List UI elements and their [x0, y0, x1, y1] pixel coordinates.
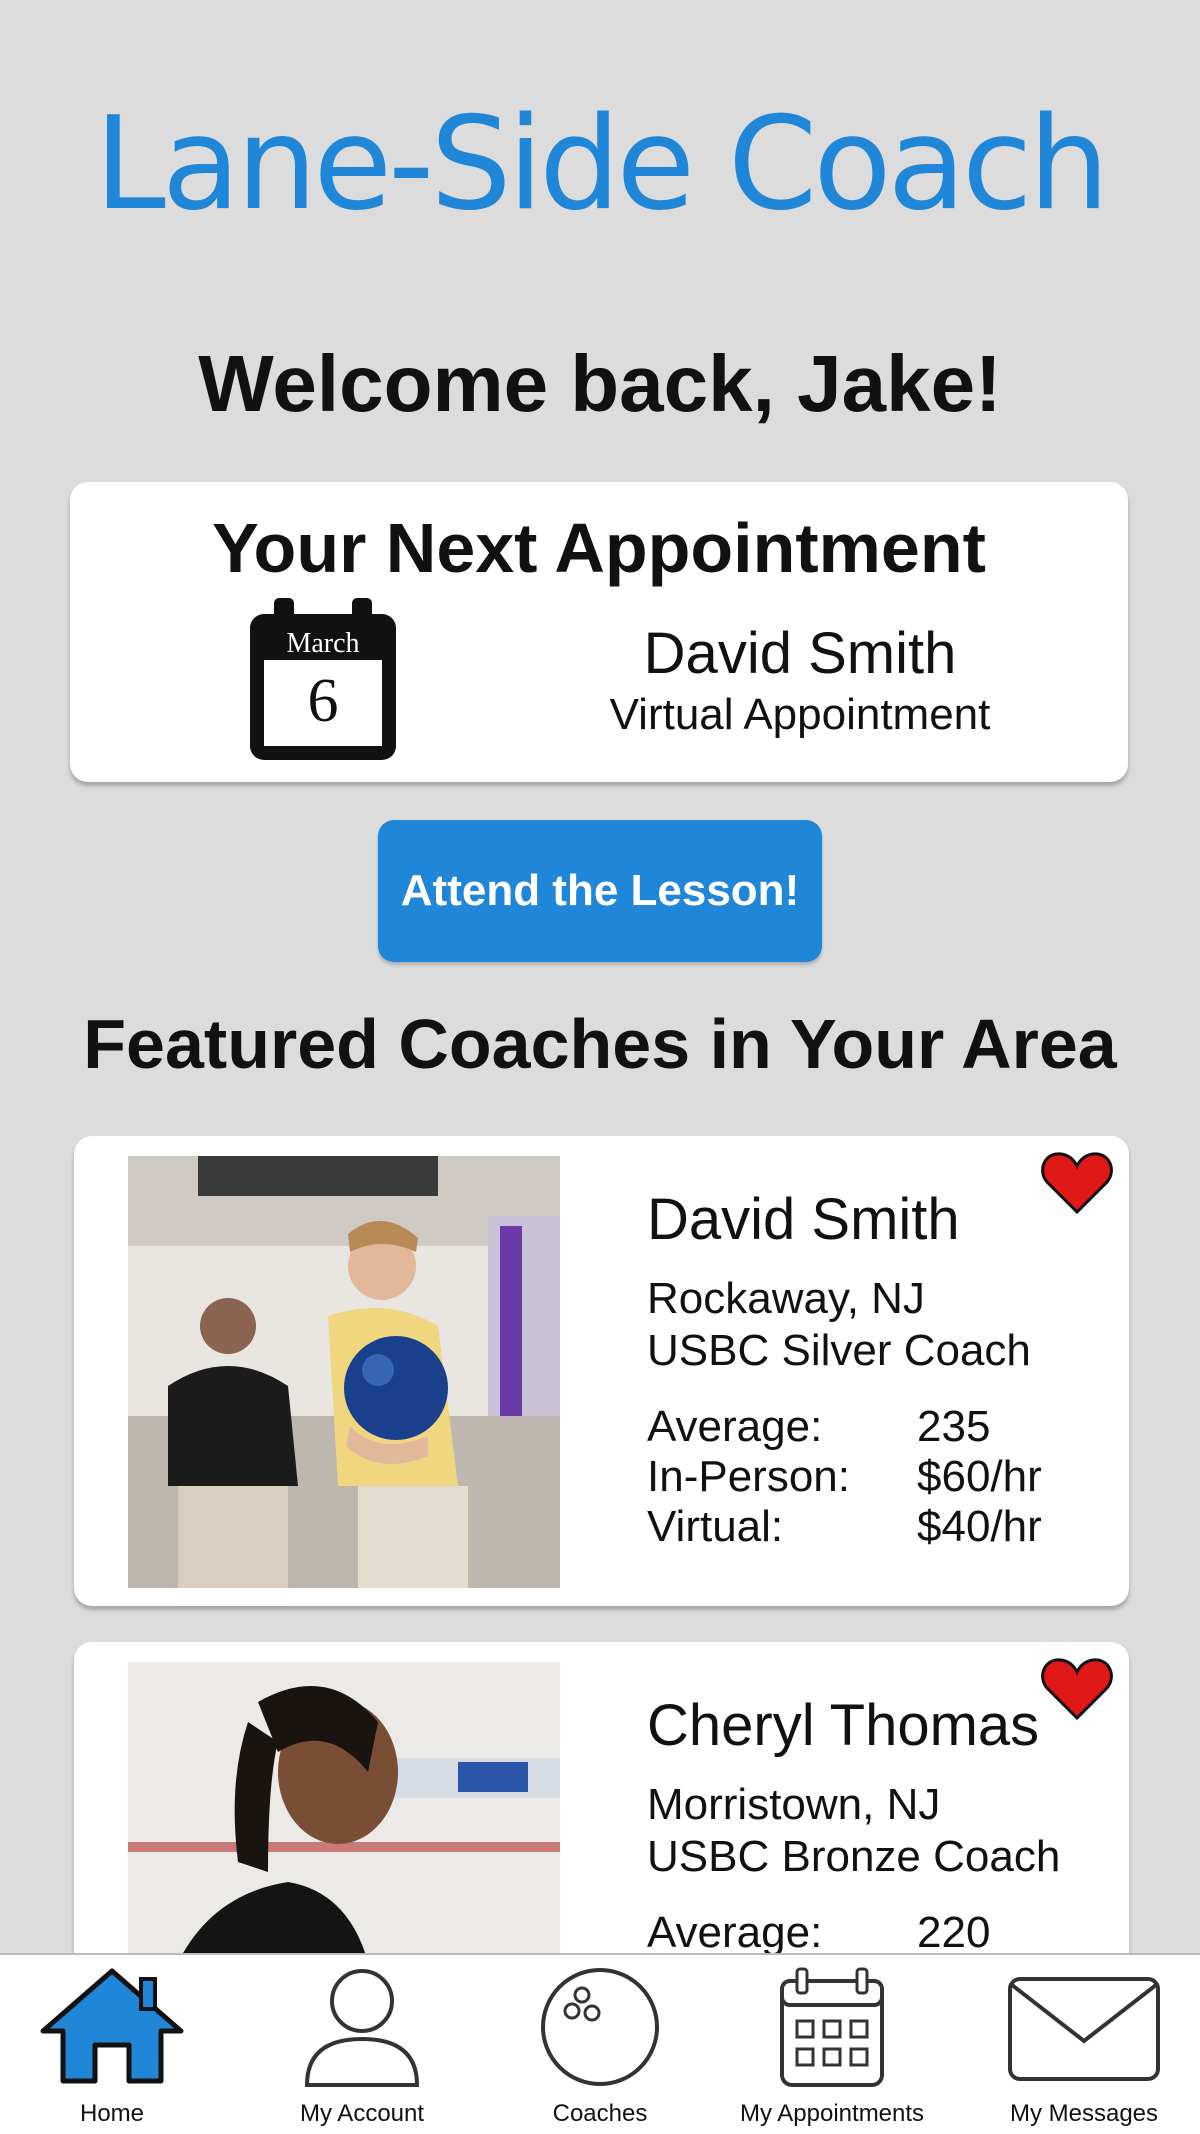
coach-location: Rockaway, NJ [647, 1274, 925, 1323]
coach-certification: USBC Silver Coach [647, 1326, 1031, 1375]
next-appointment-card[interactable]: Your Next Appointment March 6 David Smit… [70, 482, 1128, 782]
calendar-icon [777, 1965, 887, 2094]
favorite-heart-icon[interactable] [1041, 1150, 1113, 1216]
coach-photo [128, 1156, 560, 1588]
coach-name: David Smith [647, 1187, 960, 1252]
home-icon [37, 1965, 187, 2090]
stat-label-average: Average: [647, 1402, 823, 1451]
person-icon [297, 1965, 427, 2094]
welcome-heading: Welcome back, Jake! [198, 339, 1002, 428]
tab-my-messages[interactable]: My Messages [984, 1955, 1184, 2134]
envelope-icon [1004, 1965, 1164, 2094]
coach-name: Cheryl Thomas [647, 1693, 1040, 1758]
stat-value-average: 220 [917, 1908, 991, 1957]
appointment-type: Virtual Appointment [609, 690, 991, 739]
tab-home[interactable]: Home [20, 1955, 204, 2134]
calendar-icon: March 6 [246, 594, 400, 764]
stat-label-average: Average: [647, 1908, 823, 1957]
favorite-heart-icon[interactable] [1041, 1656, 1113, 1722]
tab-label-my-appointments: My Appointments [739, 2100, 925, 2127]
bowling-ball-icon [538, 1965, 662, 2094]
calendar-month: March [286, 628, 360, 659]
coach-card[interactable]: Cheryl Thomas Morristown, NJ USBC Bronze… [74, 1642, 1129, 1982]
tab-coaches[interactable]: Coaches [508, 1955, 692, 2134]
tab-label-my-account: My Account [299, 2100, 425, 2127]
bottom-tab-bar: Home My Account Coaches My Appointments … [0, 1953, 1200, 2134]
stat-label-in-person: In-Person: [647, 1452, 850, 1501]
stat-label-virtual: Virtual: [647, 1502, 784, 1551]
coach-card[interactable]: David Smith Rockaway, NJ USBC Silver Coa… [74, 1136, 1129, 1606]
next-appointment-heading: Your Next Appointment [212, 509, 986, 587]
tab-label-my-messages: My Messages [1009, 2100, 1159, 2127]
tab-my-appointments[interactable]: My Appointments [722, 1955, 942, 2134]
calendar-day: 6 [307, 667, 339, 735]
coach-certification: USBC Bronze Coach [647, 1832, 1061, 1881]
stat-value-virtual: $40/hr [917, 1502, 1042, 1551]
tab-label-coaches: Coaches [552, 2100, 648, 2127]
tab-my-account[interactable]: My Account [270, 1955, 454, 2134]
appointment-coach-name: David Smith [643, 621, 957, 686]
stat-value-average: 235 [917, 1402, 991, 1451]
tab-label-home: Home [79, 2100, 145, 2127]
featured-coaches-heading: Featured Coaches in Your Area [83, 1005, 1117, 1083]
stat-value-in-person: $60/hr [917, 1452, 1042, 1501]
coach-location: Morristown, NJ [647, 1780, 941, 1829]
app-title: Lane-Side Coach [94, 90, 1110, 239]
coach-photo [128, 1662, 560, 1982]
attend-lesson-button[interactable]: Attend the Lesson! [378, 820, 822, 962]
